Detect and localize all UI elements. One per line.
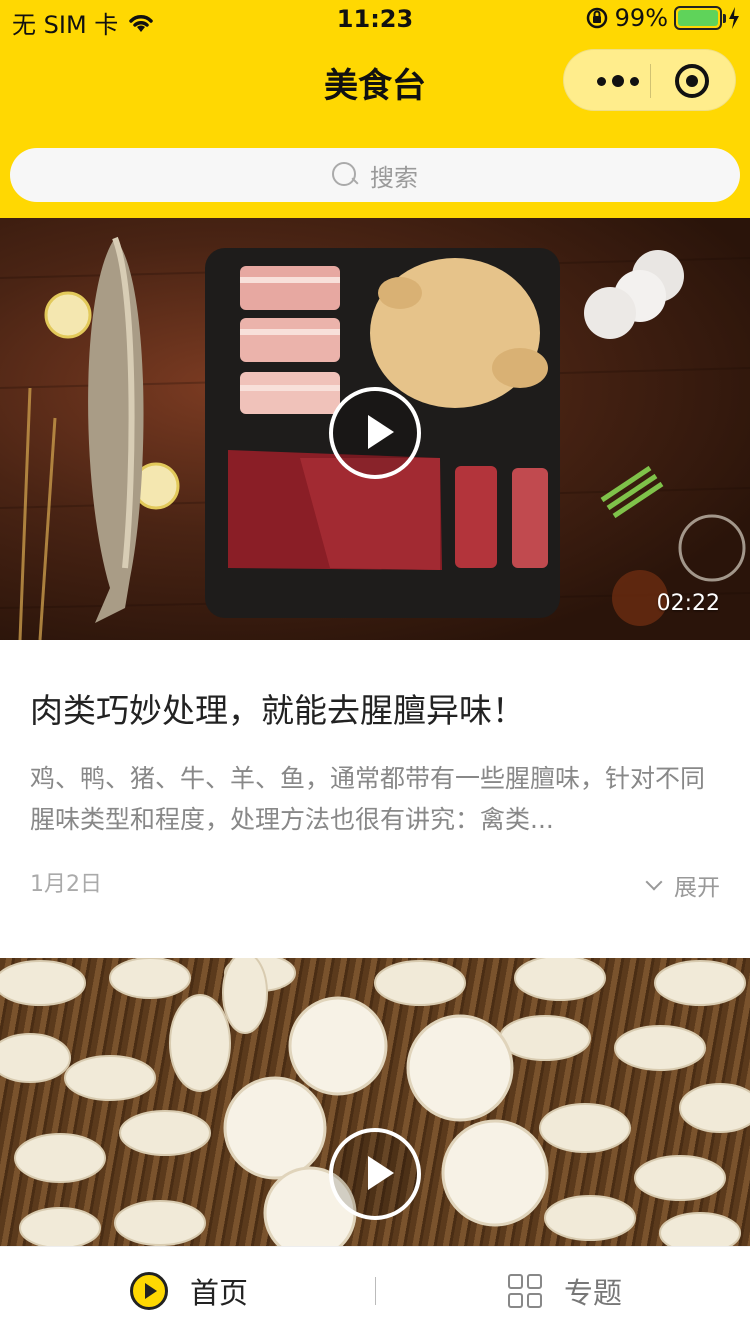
search-input[interactable]: 搜索 (10, 148, 740, 202)
article-title[interactable]: 肉类巧妙处理，就能去腥膻异味！ (30, 684, 720, 732)
battery-icon (674, 6, 726, 30)
tab-topic[interactable]: 专题 (508, 1247, 622, 1334)
video-duration: 02:22 (656, 591, 720, 616)
battery-fill (678, 10, 718, 26)
grid-icon (508, 1274, 542, 1308)
video-thumbnail[interactable]: 02:22 (0, 218, 750, 640)
play-button-icon-2[interactable] (329, 1128, 421, 1220)
orientation-lock-icon (586, 7, 607, 29)
search-placeholder: 搜索 (370, 163, 418, 192)
status-right: 99% (585, 4, 740, 32)
charging-icon (729, 7, 739, 29)
search-icon (332, 162, 358, 188)
expand-label: 展开 (674, 875, 720, 901)
battery-percent: 99% (614, 4, 668, 32)
mini-program-capsule (563, 49, 736, 111)
status-bar: 无 SIM 卡 11:23 99% (0, 0, 750, 40)
article-date: 1月2日 (30, 872, 102, 897)
chevron-down-icon (645, 873, 663, 891)
capsule-divider (650, 64, 651, 98)
tab-bar: 首页 专题 (0, 1246, 750, 1334)
home-play-icon (130, 1272, 168, 1310)
more-icon[interactable] (586, 50, 650, 112)
close-target-icon[interactable] (675, 64, 709, 98)
video-thumbnail-2[interactable] (0, 958, 750, 1246)
expand-button[interactable]: 展开 (645, 868, 720, 902)
tab-home[interactable]: 首页 (130, 1247, 248, 1334)
tab-topic-label: 专题 (564, 1276, 623, 1310)
tab-home-label: 首页 (190, 1276, 249, 1310)
search-bar-container: 搜索 (0, 130, 750, 218)
nav-bar: 美食台 (0, 40, 750, 130)
article-description: 鸡、鸭、猪、牛、羊、鱼，通常都带有一些腥膻味，针对不同腥味类型和程度，处理方法也… (30, 764, 706, 834)
tab-divider (375, 1277, 376, 1305)
play-button-icon[interactable] (329, 387, 421, 479)
